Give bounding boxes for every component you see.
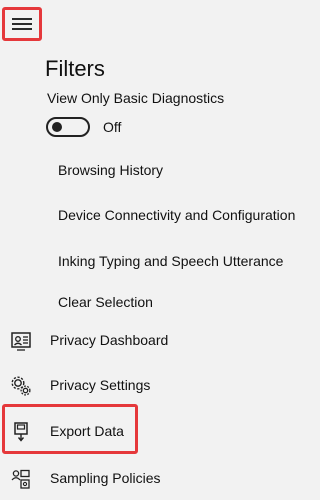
hamburger-menu-button[interactable] <box>2 7 42 41</box>
toggle-knob <box>52 122 62 132</box>
nav-item-sampling-policies[interactable]: Sampling Policies <box>0 458 320 498</box>
filters-title: Filters <box>45 56 105 81</box>
nav-item-label: Privacy Settings <box>50 377 151 393</box>
nav-item-privacy-settings[interactable]: Privacy Settings <box>0 365 320 405</box>
nav-item-privacy-dashboard[interactable]: Privacy Dashboard <box>0 320 320 360</box>
clear-selection-link[interactable]: Clear Selection <box>58 294 153 310</box>
nav-item-label: Sampling Policies <box>50 470 161 486</box>
filter-browsing-history[interactable]: Browsing History <box>58 162 163 178</box>
toggle-state-text: Off <box>103 119 122 135</box>
nav-item-label: Privacy Dashboard <box>50 332 169 348</box>
filter-inking-typing-speech[interactable]: Inking Typing and Speech Utterance <box>58 253 283 269</box>
hamburger-icon <box>12 17 32 31</box>
filter-device-connectivity[interactable]: Device Connectivity and Configuration <box>58 207 295 223</box>
gear-icon <box>11 376 31 396</box>
basic-diagnostics-label: View Only Basic Diagnostics <box>47 90 225 106</box>
export-data-icon <box>14 422 28 442</box>
basic-diagnostics-toggle[interactable] <box>46 117 90 137</box>
nav-item-label: Export Data <box>50 423 124 439</box>
privacy-dashboard-icon <box>11 332 31 351</box>
nav-item-export-data[interactable]: Export Data <box>0 411 320 451</box>
sampling-policies-icon <box>11 469 30 489</box>
